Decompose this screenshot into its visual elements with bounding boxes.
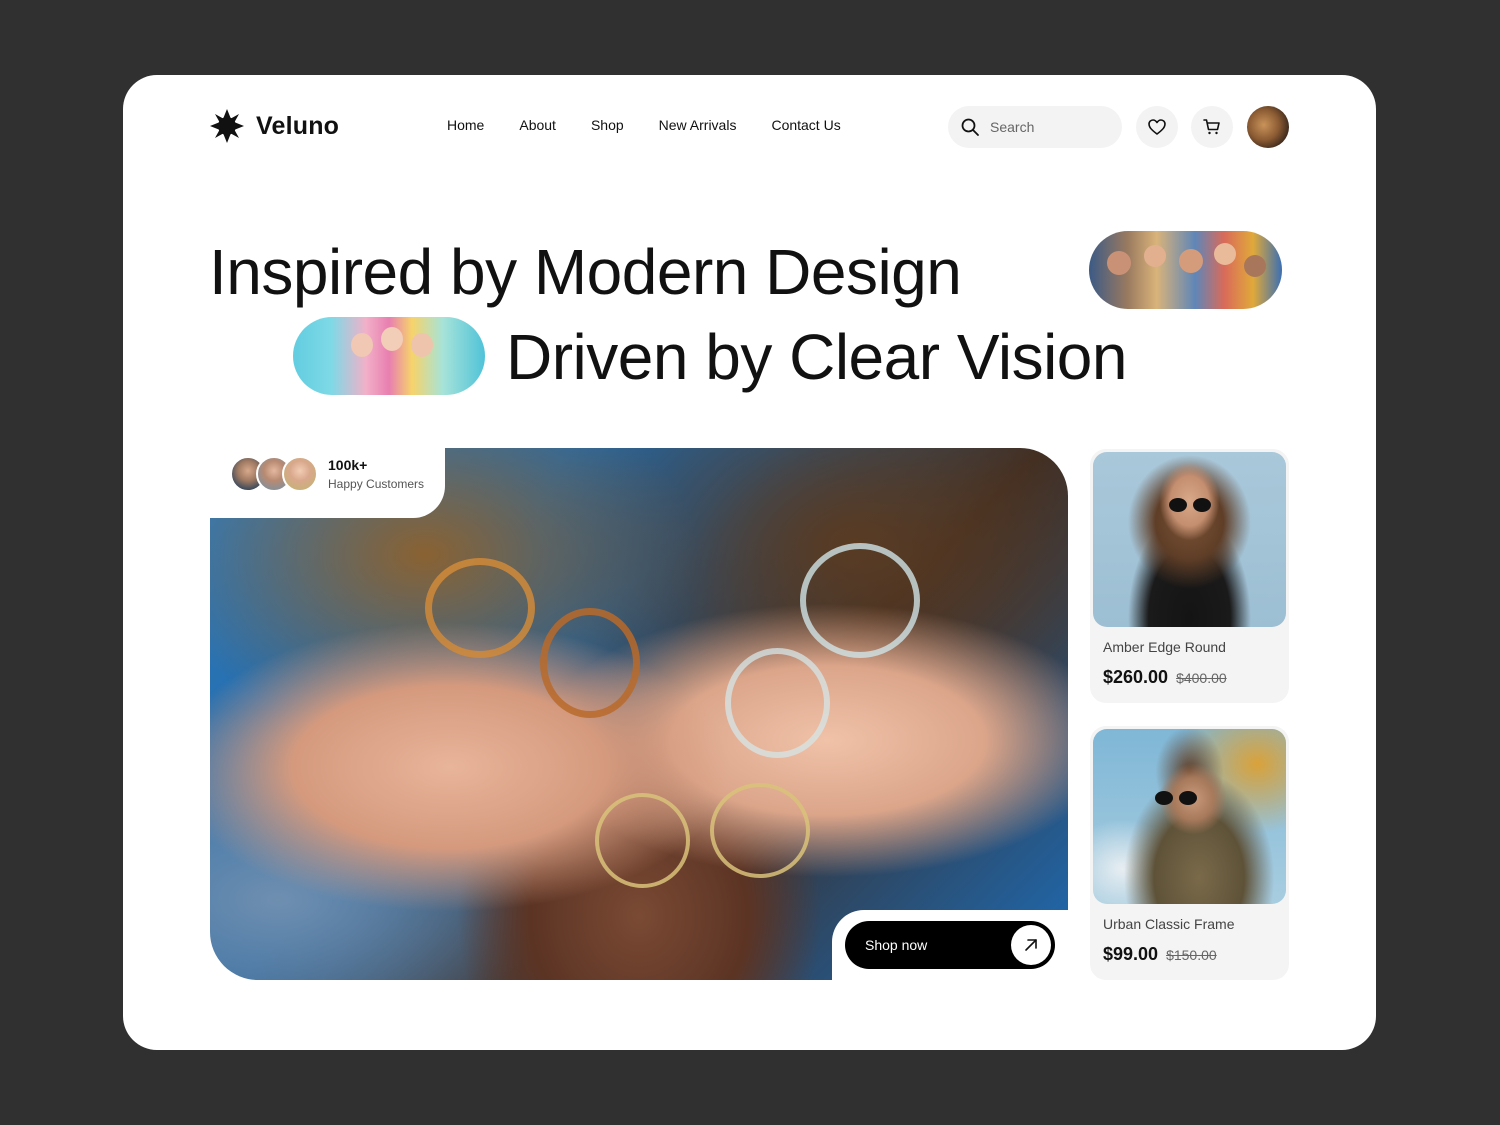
shop-now-label: Shop now (865, 937, 928, 953)
crowd-photo-pill (1089, 231, 1282, 309)
nav-new-arrivals-link[interactable]: New Arrivals (659, 117, 737, 133)
nav-about-link[interactable]: About (519, 117, 556, 133)
product-name: Amber Edge Round (1103, 639, 1226, 655)
customer-count: 100k+ (328, 457, 368, 473)
hero-headline-line-2: Driven by Clear Vision (506, 321, 1127, 393)
sunglasses-graphic (1155, 791, 1197, 805)
hero-photo (210, 448, 1068, 980)
customer-label: Happy Customers (328, 477, 425, 491)
logo-icon (210, 109, 244, 143)
heart-icon (1148, 119, 1166, 135)
product-image (1093, 729, 1286, 904)
product-name: Urban Classic Frame (1103, 916, 1235, 932)
search-bar[interactable] (948, 106, 1122, 148)
product-card[interactable]: Urban Classic Frame $99.00 $150.00 (1090, 726, 1289, 980)
product-old-price: $150.00 (1166, 947, 1217, 963)
cart-icon (1203, 119, 1220, 135)
search-input[interactable] (990, 119, 1110, 135)
trio-photo-pill (293, 317, 485, 395)
hero-headline-line-1: Inspired by Modern Design (209, 236, 962, 308)
brand-logo[interactable]: Veluno (209, 108, 339, 144)
nav-home-link[interactable]: Home (447, 117, 484, 133)
hero-photo-image (210, 448, 1068, 980)
landing-page-card: Veluno Home About Shop New Arrivals Cont… (123, 75, 1376, 1050)
main-nav: Home About Shop New Arrivals Contact Us (447, 117, 841, 133)
nav-contact-link[interactable]: Contact Us (771, 117, 840, 133)
happy-customers-badge: 100k+ Happy Customers (230, 456, 424, 492)
customer-avatar (282, 456, 318, 492)
product-price-row: $260.00 $400.00 (1103, 667, 1227, 688)
nav-shop-link[interactable]: Shop (591, 117, 624, 133)
product-price: $99.00 (1103, 944, 1159, 964)
shop-now-button[interactable]: Shop now (845, 921, 1055, 969)
product-image (1093, 452, 1286, 627)
product-price-row: $99.00 $150.00 (1103, 944, 1217, 965)
shop-now-arrow (1011, 925, 1051, 965)
cart-button[interactable] (1191, 106, 1233, 148)
product-card[interactable]: Amber Edge Round $260.00 $400.00 (1090, 449, 1289, 703)
search-icon (961, 118, 979, 136)
brand-name: Veluno (256, 111, 340, 140)
wishlist-button[interactable] (1136, 106, 1178, 148)
user-avatar[interactable] (1247, 106, 1289, 148)
sunglasses-graphic (1169, 498, 1211, 512)
product-price: $260.00 (1103, 667, 1169, 687)
product-old-price: $400.00 (1176, 670, 1227, 686)
arrow-up-right-icon (1025, 939, 1037, 951)
customer-avatars (230, 456, 318, 492)
